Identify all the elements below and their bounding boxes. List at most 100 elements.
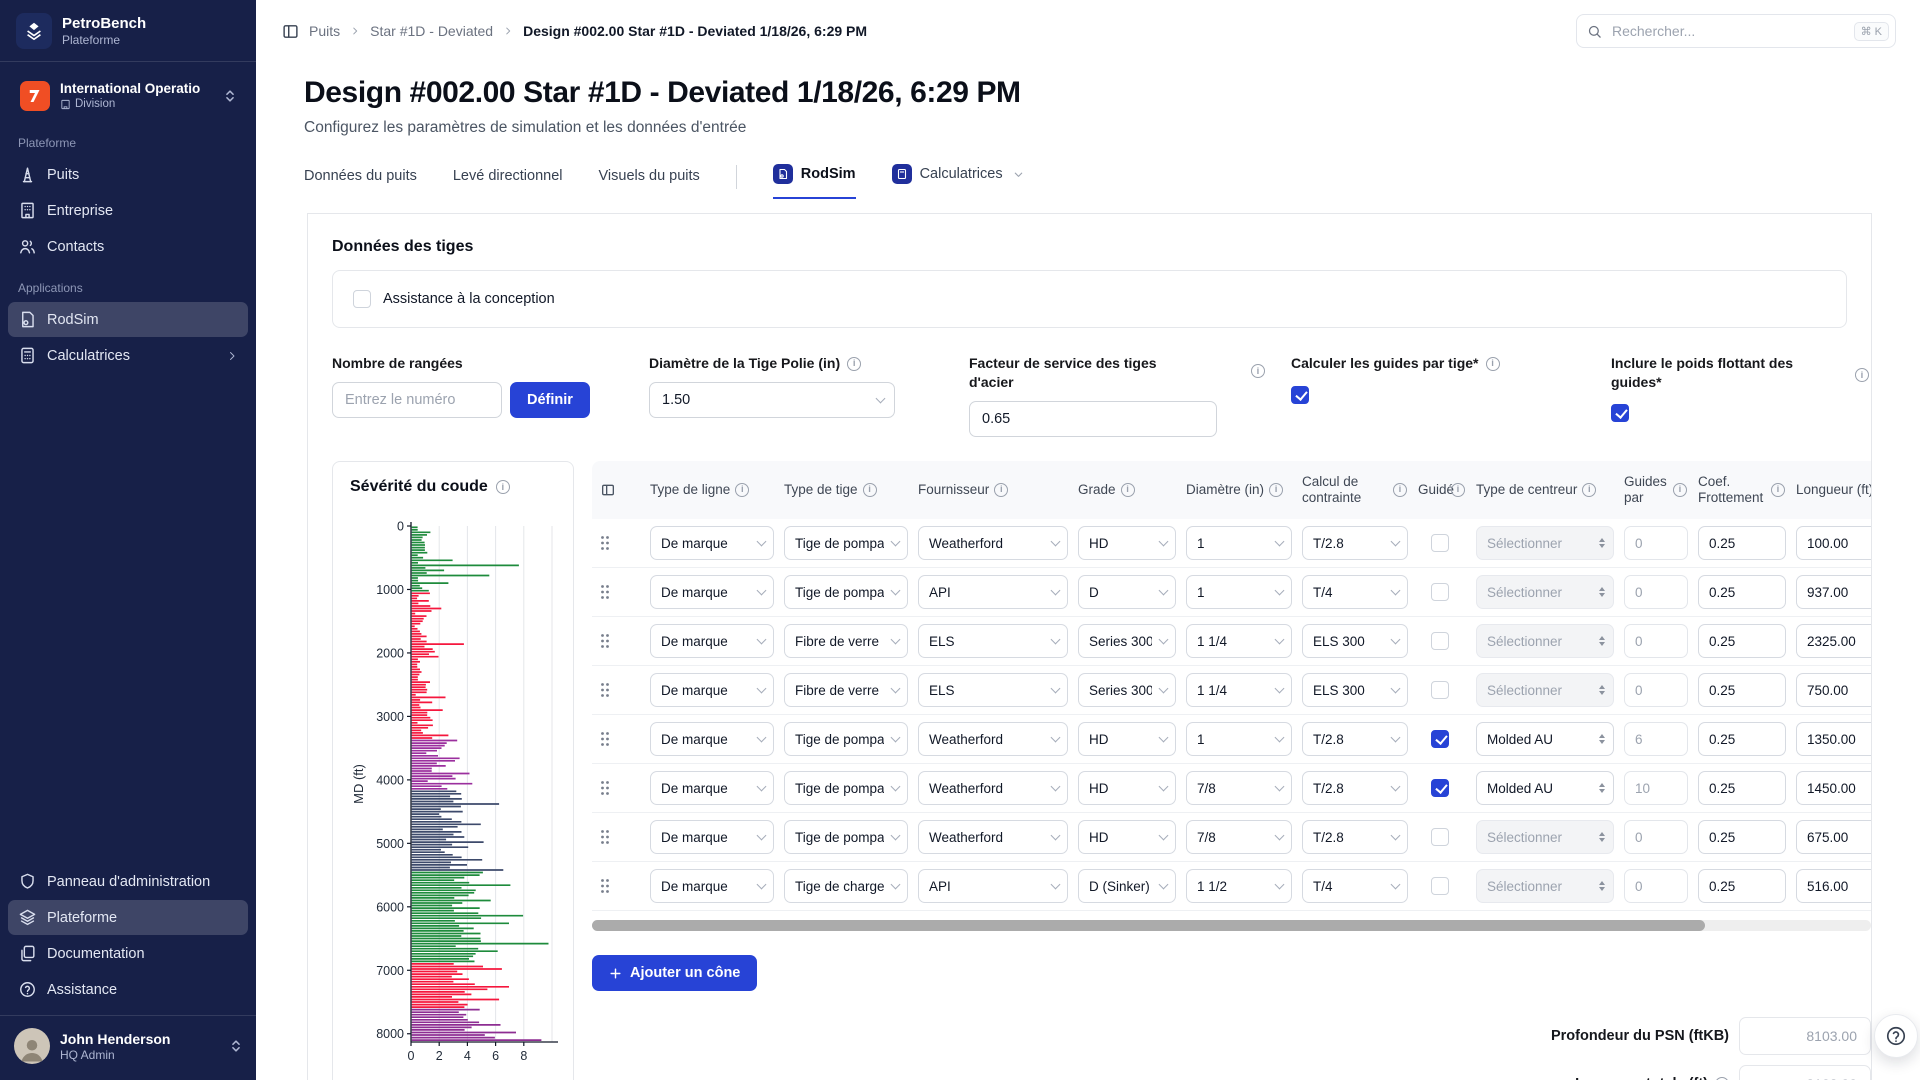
add-taper-button[interactable]: Ajouter un cône (592, 955, 757, 991)
info-icon[interactable]: i (1582, 483, 1596, 497)
drag-handle-icon[interactable] (600, 829, 614, 845)
vendor-select[interactable]: ELS (918, 624, 1068, 658)
sidebar-item-rodsim[interactable]: RodSim (8, 302, 248, 337)
line-type-select[interactable]: De marque (650, 673, 774, 707)
length-input[interactable]: 675.00 (1796, 820, 1871, 854)
friction-coef-input[interactable]: 0.25 (1698, 771, 1786, 805)
centralizer-select[interactable]: Sélectionner (1476, 624, 1614, 658)
vendor-select[interactable]: API (918, 575, 1068, 609)
friction-coef-input[interactable]: 0.25 (1698, 624, 1786, 658)
grade-select[interactable]: D (Sinker) (1078, 869, 1176, 903)
guides-per-input[interactable]: 0 (1624, 820, 1688, 854)
diameter-select[interactable]: 7/8 (1186, 771, 1292, 805)
help-button[interactable] (1874, 1014, 1918, 1058)
line-type-select[interactable]: De marque (650, 722, 774, 756)
length-input[interactable]: 516.00 (1796, 869, 1871, 903)
set-rows-button[interactable]: Définir (510, 382, 590, 418)
centralizer-select[interactable]: Sélectionner (1476, 575, 1614, 609)
diameter-select[interactable]: 1 (1186, 575, 1292, 609)
info-icon[interactable]: i (1393, 483, 1407, 497)
vendor-select[interactable]: API (918, 869, 1068, 903)
centralizer-select[interactable]: Sélectionner (1476, 673, 1614, 707)
drag-handle-icon[interactable] (600, 731, 614, 747)
design-assistance-checkbox[interactable] (353, 290, 371, 308)
drag-handle-icon[interactable] (600, 535, 614, 551)
stress-calc-select[interactable]: T/2.8 (1302, 820, 1408, 854)
vendor-select[interactable]: Weatherford (918, 771, 1068, 805)
panel-left-icon[interactable] (282, 23, 299, 40)
line-type-select[interactable]: De marque (650, 624, 774, 658)
polished-rod-select[interactable]: 1.50 (649, 382, 895, 418)
user-menu[interactable]: John Henderson HQ Admin (0, 1015, 256, 1076)
sidebar-item-panneau-d-administration[interactable]: Panneau d'administration (8, 864, 248, 899)
friction-coef-input[interactable]: 0.25 (1698, 869, 1786, 903)
vendor-select[interactable]: Weatherford (918, 526, 1068, 560)
info-icon[interactable]: i (863, 483, 877, 497)
drag-handle-icon[interactable] (600, 780, 614, 796)
vendor-select[interactable]: ELS (918, 673, 1068, 707)
service-factor-input[interactable] (969, 401, 1217, 437)
info-icon[interactable]: i (994, 483, 1008, 497)
diameter-select[interactable]: 7/8 (1186, 820, 1292, 854)
guides-per-input[interactable]: 0 (1624, 673, 1688, 707)
tab-leve-directionnel[interactable]: Levé directionnel (453, 168, 563, 199)
length-input[interactable]: 1350.00 (1796, 722, 1871, 756)
grade-select[interactable]: HD (1078, 771, 1176, 805)
drag-handle-icon[interactable] (600, 682, 614, 698)
friction-coef-input[interactable]: 0.25 (1698, 575, 1786, 609)
guides-per-input[interactable]: 0 (1624, 624, 1688, 658)
tab-visuels-du-puits[interactable]: Visuels du puits (599, 168, 700, 199)
sidebar-item-puits[interactable]: Puits (8, 157, 248, 192)
stress-calc-select[interactable]: T/4 (1302, 869, 1408, 903)
stress-calc-select[interactable]: ELS 300 (1302, 624, 1408, 658)
grade-select[interactable]: Series 300 (1078, 673, 1176, 707)
friction-coef-input[interactable]: 0.25 (1698, 673, 1786, 707)
info-icon[interactable]: i (1251, 364, 1265, 378)
vendor-select[interactable]: Weatherford (918, 722, 1068, 756)
info-icon[interactable]: i (1673, 483, 1687, 497)
guided-checkbox[interactable] (1431, 583, 1449, 601)
grade-select[interactable]: D (1078, 575, 1176, 609)
diameter-select[interactable]: 1 (1186, 722, 1292, 756)
centralizer-select[interactable]: Molded AU (1476, 771, 1614, 805)
guides-per-input[interactable]: 0 (1624, 526, 1688, 560)
info-icon[interactable]: i (1486, 357, 1500, 371)
grade-select[interactable]: HD (1078, 526, 1176, 560)
length-input[interactable]: 750.00 (1796, 673, 1871, 707)
sidebar-item-calculatrices[interactable]: Calculatrices (8, 338, 248, 373)
info-icon[interactable]: i (1269, 483, 1283, 497)
line-type-select[interactable]: De marque (650, 869, 774, 903)
centralizer-select[interactable]: Molded AU (1476, 722, 1614, 756)
stress-calc-select[interactable]: T/2.8 (1302, 722, 1408, 756)
columns-icon[interactable] (600, 482, 640, 498)
sidebar-item-plateforme[interactable]: Plateforme (8, 900, 248, 935)
length-input[interactable]: 937.00 (1796, 575, 1871, 609)
rows-count-input[interactable] (332, 382, 502, 418)
guided-checkbox[interactable] (1431, 681, 1449, 699)
guides-per-input[interactable]: 10 (1624, 771, 1688, 805)
sidebar-item-contacts[interactable]: Contacts (8, 229, 248, 264)
drag-handle-icon[interactable] (600, 878, 614, 894)
grade-select[interactable]: Series 300 (1078, 624, 1176, 658)
breadcrumb-puits[interactable]: Puits (309, 23, 340, 39)
guided-checkbox[interactable] (1431, 534, 1449, 552)
friction-coef-input[interactable]: 0.25 (1698, 820, 1786, 854)
sidebar-item-assistance[interactable]: Assistance (8, 972, 248, 1007)
guides-per-input[interactable]: 0 (1624, 869, 1688, 903)
guided-checkbox[interactable] (1431, 779, 1449, 797)
guides-per-input[interactable]: 6 (1624, 722, 1688, 756)
diameter-select[interactable]: 1 1/4 (1186, 624, 1292, 658)
vendor-select[interactable]: Weatherford (918, 820, 1068, 854)
search-box[interactable]: ⌘ K (1576, 14, 1896, 48)
centralizer-select[interactable]: Sélectionner (1476, 820, 1614, 854)
drag-handle-icon[interactable] (600, 584, 614, 600)
centralizer-select[interactable]: Sélectionner (1476, 869, 1614, 903)
stress-calc-select[interactable]: T/4 (1302, 575, 1408, 609)
line-type-select[interactable]: De marque (650, 575, 774, 609)
tab-calculatrices[interactable]: Calculatrices (892, 164, 1024, 199)
stress-calc-select[interactable]: ELS 300 (1302, 673, 1408, 707)
sidebar-item-entreprise[interactable]: Entreprise (8, 193, 248, 228)
guided-checkbox[interactable] (1431, 828, 1449, 846)
rod-type-select[interactable]: Tige de pompage (784, 771, 908, 805)
info-icon[interactable]: i (735, 483, 749, 497)
